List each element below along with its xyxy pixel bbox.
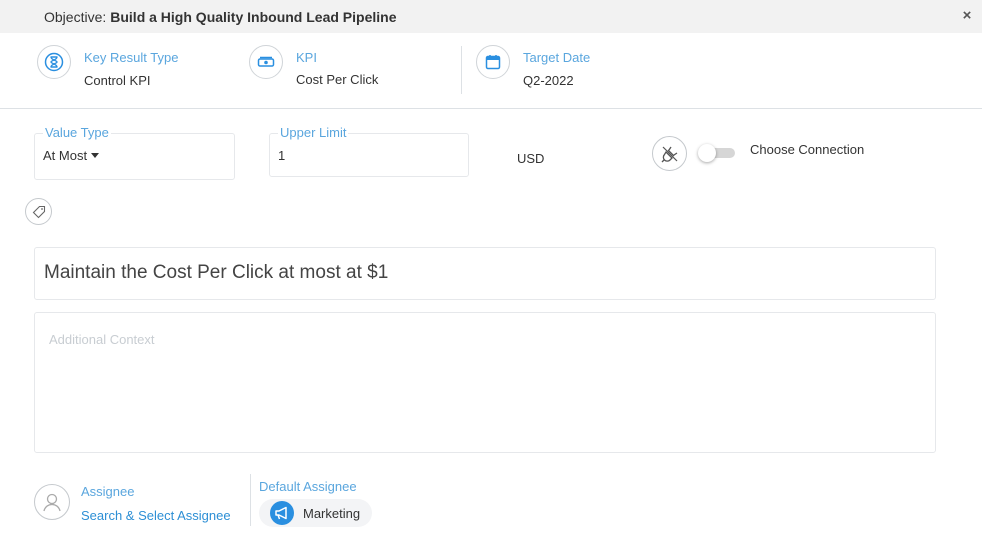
key-result-type-label: Key Result Type — [84, 50, 179, 65]
key-result-type-info: Key Result Type Control KPI — [37, 45, 178, 88]
value-type-label: Value Type — [43, 125, 111, 140]
hourglass-icon — [37, 45, 71, 79]
connection-toggle[interactable] — [698, 144, 736, 162]
user-icon — [34, 484, 70, 520]
kpi-info: KPI Cost Per Click — [249, 45, 378, 87]
default-assignee-chip[interactable]: Marketing — [259, 499, 373, 527]
toggle-knob — [698, 144, 716, 162]
default-assignee-label: Default Assignee — [259, 479, 357, 494]
objective-title: Build a High Quality Inbound Lead Pipeli… — [110, 8, 397, 25]
caret-down-icon — [91, 153, 100, 158]
plug-disconnect-icon[interactable] — [652, 136, 687, 171]
upper-limit-value[interactable]: 1 — [278, 148, 285, 163]
unit-label: USD — [517, 151, 545, 166]
target-date-label: Target Date — [523, 50, 591, 65]
megaphone-icon — [270, 501, 294, 525]
upper-limit-field[interactable]: Upper Limit 1 — [269, 125, 469, 177]
additional-context-input[interactable] — [34, 312, 936, 453]
assignee-label: Assignee — [81, 484, 135, 499]
tag-icon[interactable] — [25, 198, 52, 225]
key-result-type-value: Control KPI — [84, 73, 151, 88]
money-icon — [249, 45, 283, 79]
kpi-label: KPI — [296, 50, 317, 65]
default-assignee-value: Marketing — [303, 505, 361, 521]
kpi-value: Cost Per Click — [296, 72, 379, 87]
close-button[interactable]: × — [960, 8, 974, 24]
target-date-value: Q2-2022 — [523, 73, 574, 88]
key-result-info-row: Key Result Type Control KPI KPI Cost Per… — [0, 33, 982, 109]
key-result-modal: Objective: Build a High Quality Inbound … — [0, 0, 982, 545]
upper-limit-label: Upper Limit — [278, 125, 349, 140]
modal-header: Objective: Build a High Quality Inbound … — [0, 0, 982, 33]
objective-label: Objective: — [44, 8, 107, 25]
info-divider — [461, 46, 462, 94]
calendar-icon — [476, 45, 510, 79]
choose-connection-label: Choose Connection — [750, 142, 865, 157]
value-type-value: At Most — [43, 148, 88, 163]
target-date-info: Target Date Q2-2022 — [476, 45, 590, 88]
assignee-divider — [250, 474, 251, 526]
key-result-statement[interactable]: Maintain the Cost Per Click at most at $… — [34, 247, 936, 300]
value-type-select[interactable]: Value Type At Most — [34, 125, 235, 180]
search-select-assignee-link[interactable]: Search & Select Assignee — [81, 508, 231, 523]
value-type-current[interactable]: At Most — [43, 148, 100, 163]
